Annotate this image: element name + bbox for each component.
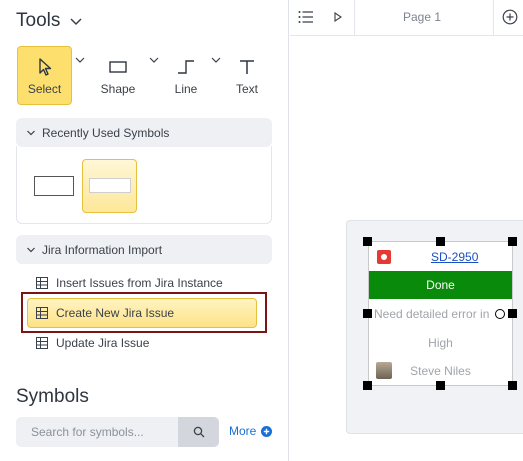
issue-key-link[interactable]: SD-2950 [431,250,478,264]
jira-import-section-header[interactable]: Jira Information Import [16,235,272,264]
rotation-handle[interactable] [495,309,505,319]
line-dropdown-chevron-icon[interactable] [210,54,222,66]
play-triangle-icon[interactable] [334,12,342,22]
chevron-down-icon [27,130,35,135]
tools-title: Tools [16,10,61,31]
insert-issues-item[interactable]: Insert Issues from Jira Instance [36,272,223,294]
text-t-icon [240,60,254,74]
search-icon [193,426,204,438]
annotation-outline [21,292,267,333]
issue-assignee: Steve Niles [410,364,471,378]
plus-circle-icon [261,425,273,437]
issue-priority: High [428,336,453,350]
jira-issue-card[interactable]: SD-2950 Done Need detailed error in High… [368,241,513,386]
symbol-search-box [16,417,219,447]
add-page-icon[interactable] [502,9,518,25]
more-symbols-link[interactable]: More [229,424,273,438]
jira-card-thumbnail [89,178,131,193]
recent-symbols-title: Recently Used Symbols [42,125,170,140]
rectangle-icon [109,61,127,73]
select-tool-button[interactable]: Select [17,46,72,105]
recent-symbol-jira-card[interactable] [82,159,137,213]
line-tool-label: Line [174,82,198,96]
more-label: More [229,424,257,438]
symbols-title: Symbols [16,386,89,407]
resize-handle-se[interactable] [508,381,517,390]
left-panel: Tools Select Shape Line Text Recently Us… [0,0,289,461]
resize-handle-ne[interactable] [508,237,517,246]
shape-dropdown-chevron-icon[interactable] [148,54,160,66]
update-issue-item[interactable]: Update Jira Issue [36,332,149,354]
recent-symbol-rectangle[interactable] [34,176,74,196]
page-list-icon[interactable] [298,10,314,24]
page-tab-bar: Page 1 [290,0,523,36]
resize-handle-n[interactable] [436,237,445,246]
tools-header[interactable]: Tools [16,10,84,32]
symbol-search-input[interactable] [16,417,178,447]
search-button[interactable] [178,417,219,447]
select-dropdown-chevron-icon[interactable] [74,54,86,66]
table-grid-icon [36,337,48,349]
tab-divider [493,0,494,36]
issue-status-bar: Done [369,271,512,299]
resize-handle-w[interactable] [363,309,372,318]
recent-symbols-list [16,146,272,224]
select-tool-label: Select [27,82,62,96]
resize-handle-nw[interactable] [363,237,372,246]
tab-divider [354,0,355,36]
table-grid-icon [36,277,48,289]
line-elbow-icon [178,60,194,74]
shape-tool-button[interactable]: Shape [95,46,141,105]
resize-handle-s[interactable] [436,381,445,390]
line-tool-button[interactable]: Line [165,46,207,105]
shape-tool-label: Shape [100,82,136,96]
chevron-down-icon [27,247,35,252]
cursor-arrow-icon [38,58,51,76]
update-issue-label: Update Jira Issue [56,336,150,350]
jira-import-title: Jira Information Import [42,242,163,257]
resize-handle-e[interactable] [508,309,517,318]
tab-page-1[interactable]: Page 1 [403,10,441,24]
chevron-down-icon[interactable] [68,13,84,29]
issue-summary: Need detailed error in [374,307,490,321]
recent-symbols-section-header[interactable]: Recently Used Symbols [16,118,272,147]
insert-issues-label: Insert Issues from Jira Instance [56,276,223,290]
resize-handle-sw[interactable] [363,381,372,390]
text-tool-label: Text [235,82,258,96]
issue-type-bug-icon [377,250,391,264]
text-tool-button[interactable]: Text [228,46,266,105]
